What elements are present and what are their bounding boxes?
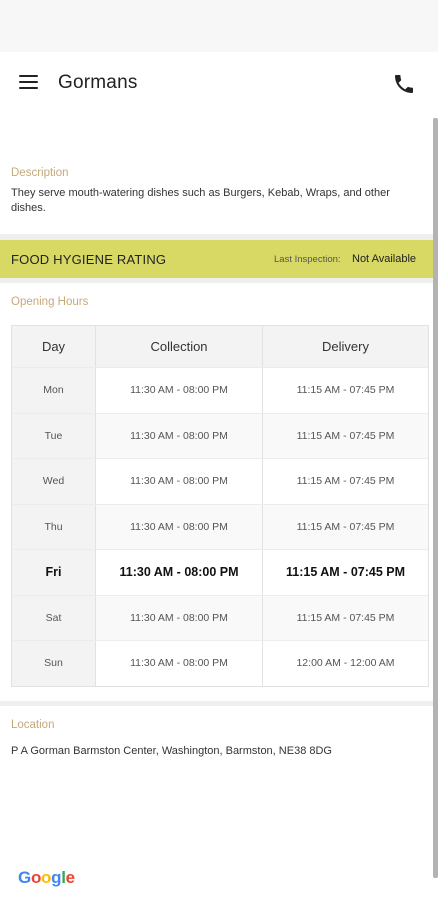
google-logo: Google xyxy=(18,868,75,888)
description-text: They serve mouth-watering dishes such as… xyxy=(11,187,390,214)
opening-hours-table: Day Collection Delivery Mon 11:30 AM - 0… xyxy=(11,325,429,687)
google-letter: g xyxy=(51,868,62,887)
day-cell: Mon xyxy=(12,368,96,413)
collection-cell: 11:30 AM - 08:00 PM xyxy=(96,459,263,504)
table-header-row: Day Collection Delivery xyxy=(12,326,428,367)
delivery-cell: 11:15 AM - 07:45 PM xyxy=(263,595,428,640)
opening-hours-label: Opening Hours xyxy=(11,296,89,308)
divider xyxy=(0,278,433,283)
header-collection: Collection xyxy=(96,326,263,367)
day-cell: Tue xyxy=(12,413,96,458)
page-title: Gormans xyxy=(58,72,138,93)
collection-cell: 11:30 AM - 08:00 PM xyxy=(96,641,263,686)
divider xyxy=(0,701,433,706)
delivery-cell: 11:15 AM - 07:45 PM xyxy=(296,384,395,397)
table-row-today: Fri 11:30 AM - 08:00 PM 11:15 AM - 07:45… xyxy=(12,549,428,595)
google-letter: o xyxy=(41,868,52,887)
delivery-cell: 11:15 AM - 07:45 PM xyxy=(263,413,428,458)
header-day: Day xyxy=(12,326,96,367)
google-letter: e xyxy=(65,868,75,887)
google-letter: o xyxy=(30,868,42,887)
day-cell: Fri xyxy=(12,550,96,595)
last-inspection-value: Not Available xyxy=(352,253,417,265)
delivery-cell: 11:15 AM - 07:45 PM xyxy=(285,565,406,580)
delivery-cell: 12:00 AM - 12:00 AM xyxy=(296,657,395,670)
day-cell: Sat xyxy=(12,595,96,640)
table-row: Thu 11:30 AM - 08:00 PM 11:15 AM - 07:45… xyxy=(12,503,428,549)
day-cell: Sun xyxy=(12,641,96,686)
hygiene-title: FOOD HYGIENE RATING xyxy=(11,252,167,267)
hamburger-menu-icon[interactable] xyxy=(19,74,39,90)
scrollbar[interactable] xyxy=(433,118,438,878)
food-hygiene-banner: FOOD HYGIENE RATING Last Inspection: Not… xyxy=(0,240,433,278)
table-row: Sun 11:30 AM - 08:00 PM 12:00 AM - 12:00… xyxy=(12,640,428,686)
delivery-cell: 11:15 AM - 07:45 PM xyxy=(263,504,428,549)
day-cell: Thu xyxy=(12,504,96,549)
description-label: Description xyxy=(11,167,69,179)
collection-cell: 11:30 AM - 08:00 PM xyxy=(96,413,263,458)
location-address: P A Gorman Barmston Center, Washington, … xyxy=(11,745,332,757)
status-bar xyxy=(0,0,438,52)
table-row: Sat 11:30 AM - 08:00 PM 11:15 AM - 07:45… xyxy=(12,594,428,640)
header-delivery: Delivery xyxy=(322,339,369,354)
table-row: Wed 11:30 AM - 08:00 PM 11:15 AM - 07:45… xyxy=(12,458,428,504)
app-bar: Gormans xyxy=(0,52,438,116)
collection-cell: 11:30 AM - 08:00 PM xyxy=(96,550,263,595)
table-row: Tue 11:30 AM - 08:00 PM 11:15 AM - 07:45… xyxy=(12,412,428,458)
collection-cell: 11:30 AM - 08:00 PM xyxy=(96,368,263,413)
google-letter: G xyxy=(18,868,31,887)
last-inspection-label: Last Inspection: xyxy=(274,254,341,265)
collection-cell: 11:30 AM - 08:00 PM xyxy=(96,595,263,640)
location-label: Location xyxy=(11,719,55,731)
day-cell: Wed xyxy=(12,459,96,504)
table-row: Mon 11:30 AM - 08:00 PM 11:15 AM - 07:45… xyxy=(12,367,428,413)
collection-cell: 11:30 AM - 08:00 PM xyxy=(96,504,263,549)
phone-icon[interactable] xyxy=(392,72,416,96)
delivery-cell: 11:15 AM - 07:45 PM xyxy=(296,475,395,488)
